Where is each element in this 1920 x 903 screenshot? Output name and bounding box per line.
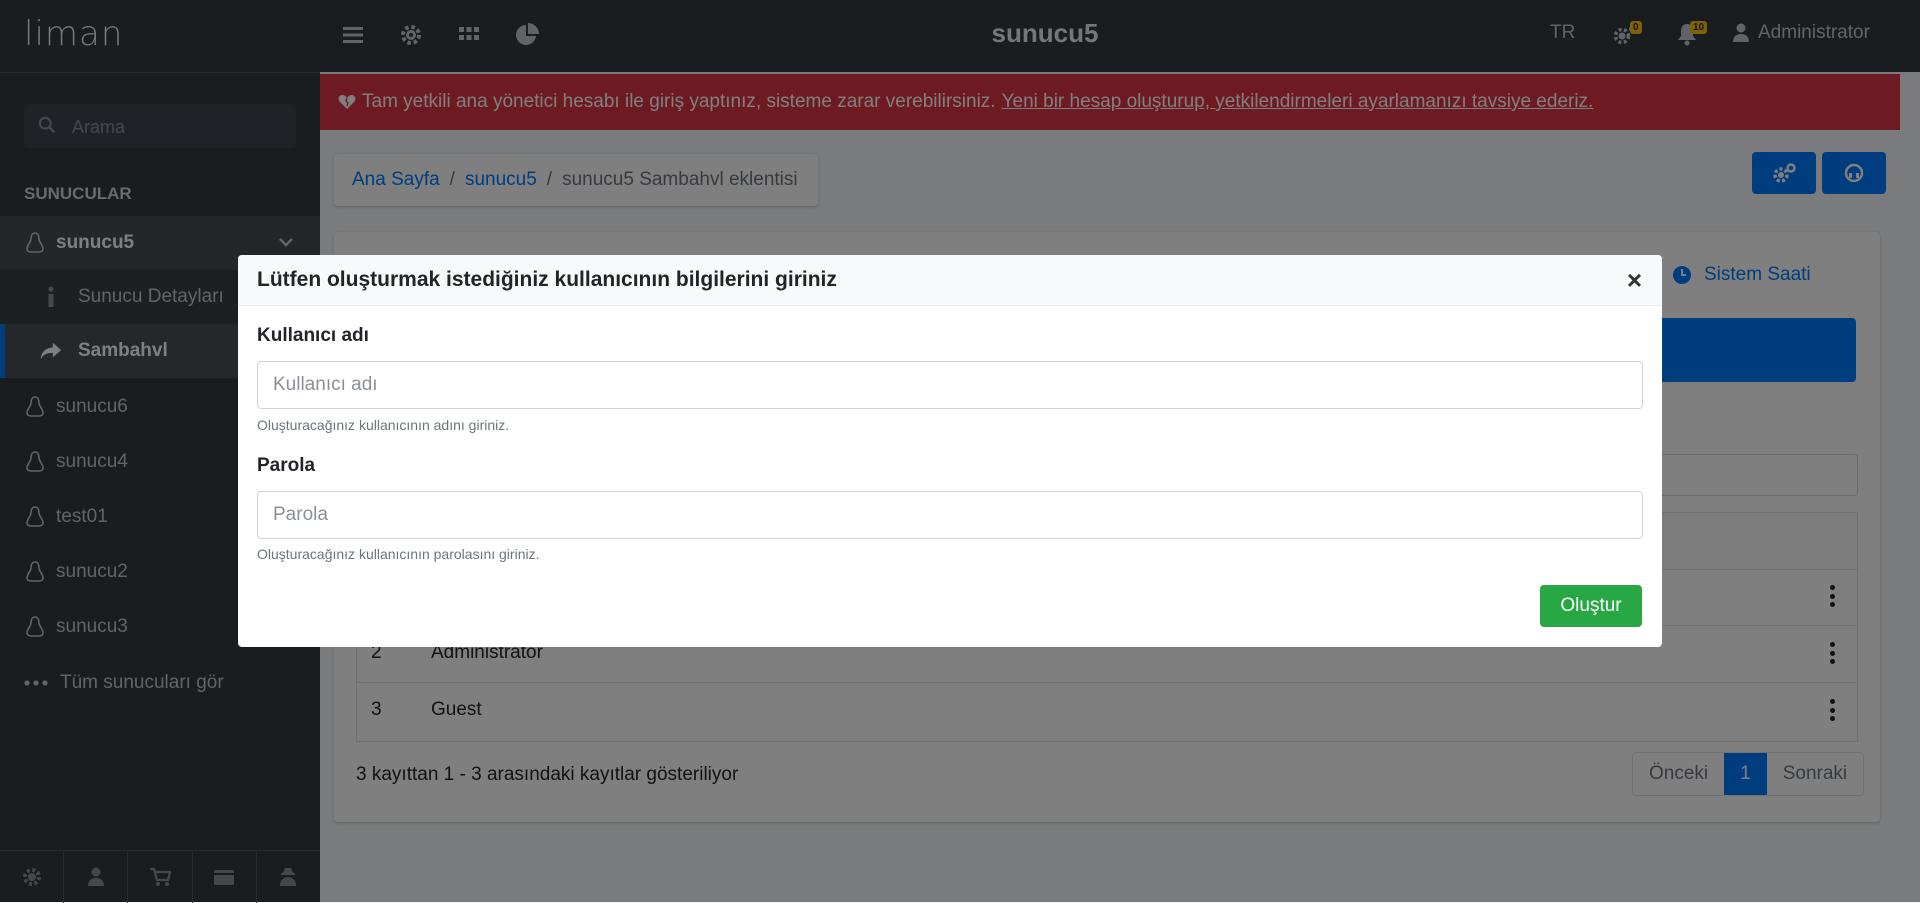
create-button[interactable]: Oluştur <box>1540 585 1642 627</box>
username-help: Oluşturacağınız kullanıcının adını girin… <box>257 417 510 433</box>
password-input[interactable] <box>257 491 1643 539</box>
create-user-modal: Lütfen oluşturmak istediğiniz kullanıcın… <box>238 255 1662 647</box>
username-input[interactable] <box>257 361 1643 409</box>
password-label: Parola <box>257 455 316 476</box>
modal-title: Lütfen oluşturmak istediğiniz kullanıcın… <box>257 268 837 291</box>
modal-header: Lütfen oluşturmak istediğiniz kullanıcın… <box>238 255 1662 306</box>
close-icon[interactable]: × <box>1627 267 1642 293</box>
username-label: Kullanıcı adı <box>257 325 369 346</box>
password-help: Oluşturacağınız kullanıcının parolasını … <box>257 546 540 562</box>
